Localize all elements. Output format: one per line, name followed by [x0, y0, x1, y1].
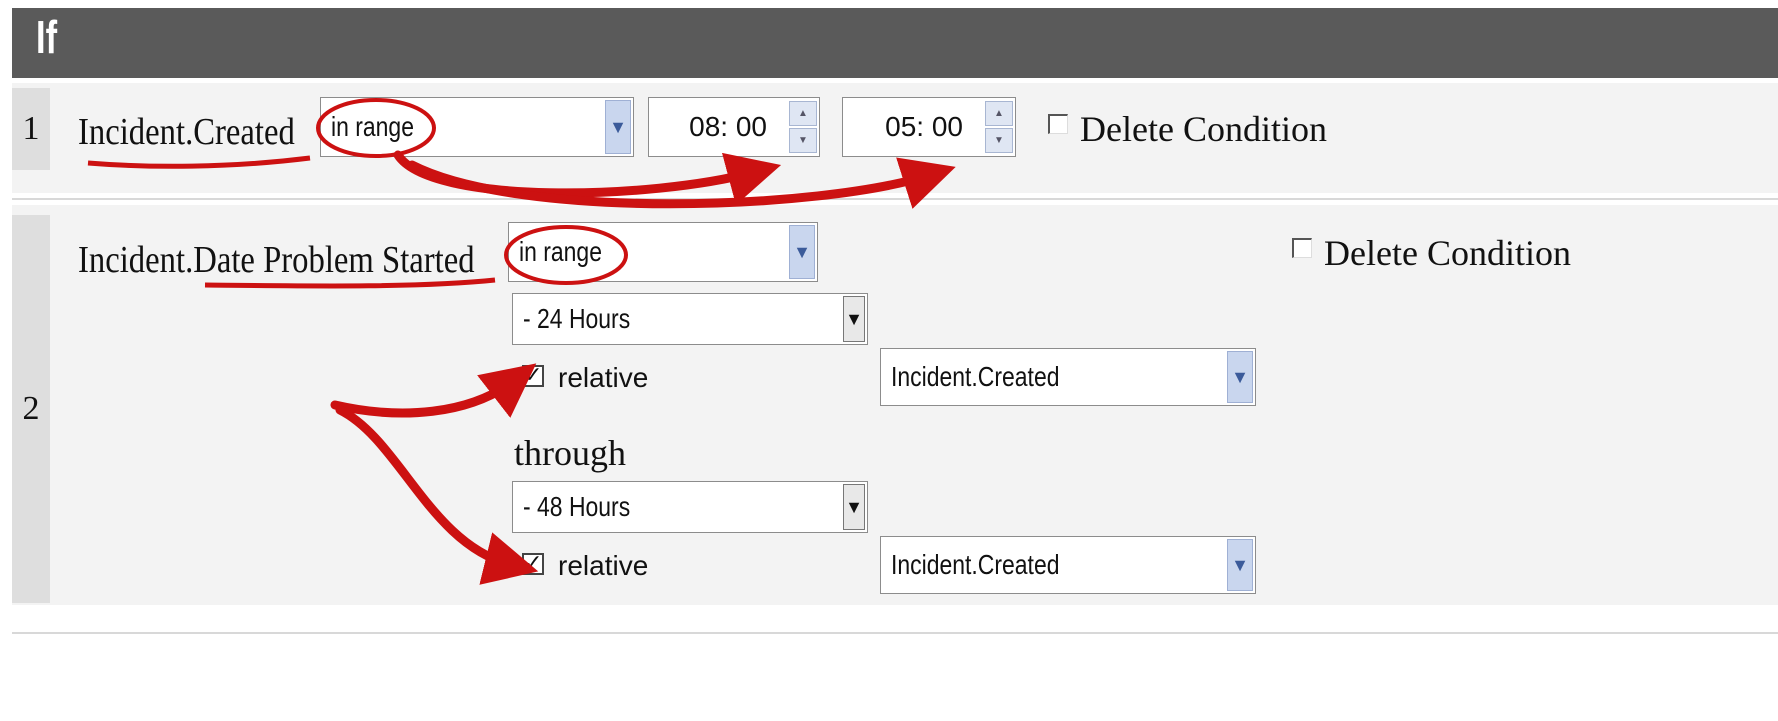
- from-relative-to-select[interactable]: Incident.Created ▼: [880, 348, 1256, 406]
- spinner-icon[interactable]: ▲ ▼: [789, 101, 817, 153]
- from-offset-value: - 24 Hours: [523, 303, 631, 334]
- to-relative-label: relative: [558, 550, 649, 581]
- chevron-down-icon[interactable]: ▼: [1227, 351, 1253, 403]
- row-separator: [12, 198, 1778, 200]
- from-relative-to-value: Incident.Created: [891, 361, 1060, 392]
- condition-number-1: 1: [12, 88, 50, 170]
- end-time-spinner[interactable]: 05: 00 ▲ ▼: [842, 97, 1016, 157]
- delete-condition-label-2: Delete Condition: [1324, 233, 1571, 273]
- check-icon: ✓: [524, 363, 543, 388]
- chevron-down-icon[interactable]: ▼: [843, 484, 865, 530]
- from-offset-select[interactable]: - 24 Hours ▼: [512, 293, 868, 345]
- delete-condition-checkbox-1[interactable]: [1048, 114, 1068, 134]
- check-icon: ✓: [524, 551, 543, 576]
- start-time-value: 08: 00: [689, 111, 767, 142]
- start-time-spinner[interactable]: 08: 00 ▲ ▼: [648, 97, 820, 157]
- header-title: If: [36, 11, 58, 63]
- conditions-header: If: [12, 8, 1778, 78]
- bottom-divider: [12, 632, 1778, 634]
- condition-field-2: Incident.Date Problem Started: [78, 239, 475, 281]
- operator-value-1: in range: [331, 111, 414, 142]
- spinner-icon[interactable]: ▲ ▼: [985, 101, 1013, 153]
- from-relative-label: relative: [558, 362, 649, 393]
- end-time-value: 05: 00: [885, 111, 963, 142]
- operator-select-1[interactable]: in range ▼: [320, 97, 634, 157]
- chevron-down-icon[interactable]: ▼: [789, 225, 815, 279]
- delete-condition-label-1: Delete Condition: [1080, 109, 1327, 149]
- chevron-down-icon[interactable]: ▼: [605, 100, 631, 154]
- to-offset-value: - 48 Hours: [523, 491, 631, 522]
- chevron-down-icon[interactable]: ▼: [1227, 539, 1253, 591]
- to-offset-select[interactable]: - 48 Hours ▼: [512, 481, 868, 533]
- chevron-down-icon[interactable]: ▼: [843, 296, 865, 342]
- condition-field-1: Incident.Created: [78, 111, 295, 153]
- condition-number-2: 2: [12, 215, 50, 603]
- delete-condition-checkbox-2[interactable]: [1292, 238, 1312, 258]
- to-relative-to-select[interactable]: Incident.Created ▼: [880, 536, 1256, 594]
- to-relative-checkbox[interactable]: ✓: [522, 553, 544, 575]
- operator-value-2: in range: [519, 236, 602, 267]
- from-relative-checkbox[interactable]: ✓: [522, 365, 544, 387]
- operator-select-2[interactable]: in range ▼: [508, 222, 818, 282]
- to-relative-to-value: Incident.Created: [891, 549, 1060, 580]
- through-label: through: [514, 433, 626, 473]
